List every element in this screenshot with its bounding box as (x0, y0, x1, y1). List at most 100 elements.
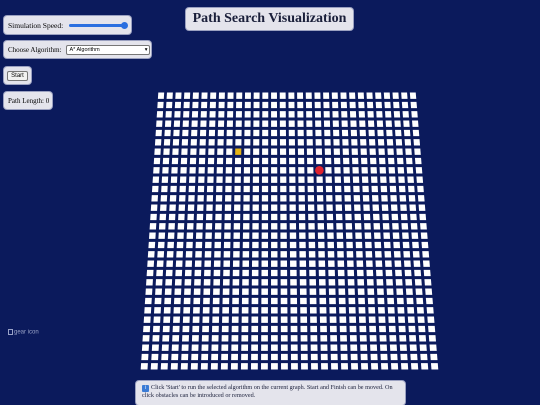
grid-cell[interactable] (330, 335, 338, 342)
grid-cell[interactable] (300, 344, 308, 351)
grid-cell[interactable] (389, 335, 397, 342)
grid-cell[interactable] (252, 213, 259, 221)
grid-cell[interactable] (372, 213, 380, 221)
grid-cell[interactable] (368, 129, 375, 137)
grid-cell[interactable] (325, 167, 332, 174)
grid-cell[interactable] (417, 195, 425, 202)
grid-cell[interactable] (380, 353, 388, 361)
grid-cell[interactable] (261, 251, 269, 258)
grid-cell[interactable] (214, 232, 222, 239)
grid-cell[interactable] (289, 232, 297, 239)
grid-cell[interactable] (403, 251, 411, 258)
grid-cell[interactable] (271, 92, 277, 99)
grid-cell[interactable] (155, 288, 163, 295)
grid-cell[interactable] (190, 363, 198, 370)
grid-cell[interactable] (361, 176, 369, 183)
grid-cell[interactable] (290, 260, 297, 267)
grid-cell[interactable] (172, 148, 179, 155)
grid-cell[interactable] (385, 120, 392, 127)
grid-cell[interactable] (180, 157, 188, 165)
grid-cell[interactable] (234, 204, 241, 211)
grid-cell[interactable] (261, 363, 268, 370)
grid-cell[interactable] (366, 101, 374, 109)
grid-cell[interactable] (243, 176, 250, 183)
grid-cell[interactable] (298, 167, 305, 174)
grid-cell[interactable] (409, 92, 417, 99)
grid-cell[interactable] (205, 232, 212, 239)
grid-cell[interactable] (402, 232, 409, 239)
grid-cell[interactable] (215, 204, 222, 211)
grid-cell[interactable] (289, 176, 296, 183)
grid-cell[interactable] (316, 176, 323, 183)
grid-cell[interactable] (261, 195, 269, 202)
grid-cell[interactable] (340, 353, 348, 361)
grid-cell[interactable] (344, 195, 351, 202)
grid-cell[interactable] (147, 260, 155, 267)
grid-cell[interactable] (202, 307, 210, 314)
grid-cell[interactable] (343, 167, 350, 174)
grid-cell[interactable] (299, 251, 306, 258)
grid-cell[interactable] (198, 157, 206, 165)
grid-cell[interactable] (153, 167, 160, 174)
grid-cell[interactable] (271, 223, 278, 230)
grid-cell[interactable] (412, 120, 419, 127)
grid-cell[interactable] (340, 335, 347, 342)
grid-cell[interactable] (143, 316, 151, 323)
grid-cell[interactable] (395, 139, 403, 146)
grid-cell[interactable] (290, 288, 297, 295)
grid-cell[interactable] (414, 279, 422, 286)
grid-cell[interactable] (334, 176, 342, 183)
grid-cell[interactable] (340, 101, 348, 109)
grid-cell[interactable] (308, 241, 316, 249)
grid-cell[interactable] (279, 120, 286, 127)
grid-cell[interactable] (321, 363, 328, 370)
grid-cell[interactable] (337, 260, 345, 267)
grid-cell[interactable] (252, 232, 259, 239)
grid-cell[interactable] (192, 101, 199, 109)
grid-cell[interactable] (370, 344, 378, 351)
grid-cell[interactable] (271, 363, 278, 370)
grid-cell[interactable] (151, 185, 159, 193)
grid-cell[interactable] (271, 251, 278, 258)
grid-cell[interactable] (309, 297, 317, 305)
grid-cell[interactable] (271, 148, 278, 155)
grid-cell[interactable] (359, 335, 367, 342)
grid-cell[interactable] (233, 213, 241, 221)
grid-cell[interactable] (242, 279, 249, 286)
grid-cell[interactable] (299, 241, 306, 249)
grid-cell[interactable] (390, 204, 398, 211)
grid-cell[interactable] (405, 157, 413, 165)
grid-cell[interactable] (271, 335, 278, 342)
grid-cell[interactable] (360, 139, 367, 146)
grid-cell[interactable] (262, 148, 269, 155)
grid-cell[interactable] (261, 325, 268, 333)
grid-cell[interactable] (261, 335, 268, 342)
grid-cell[interactable] (323, 101, 330, 109)
grid-cell[interactable] (200, 111, 207, 118)
grid-cell[interactable] (214, 251, 221, 258)
grid-cell[interactable] (234, 167, 242, 174)
grid-cell[interactable] (337, 269, 345, 277)
grid-cell[interactable] (227, 92, 234, 99)
grid-cell[interactable] (384, 101, 391, 109)
grid-cell[interactable] (369, 325, 377, 333)
grid-cell[interactable] (331, 363, 339, 370)
grid-cell[interactable] (288, 139, 295, 146)
grid-cell[interactable] (271, 353, 278, 361)
grid-cell[interactable] (391, 213, 399, 221)
grid-cell[interactable] (231, 344, 239, 351)
grid-cell[interactable] (199, 139, 206, 146)
grid-cell[interactable] (156, 269, 164, 277)
grid-cell[interactable] (183, 297, 191, 305)
grid-cell[interactable] (170, 176, 178, 183)
grid-cell[interactable] (150, 363, 158, 370)
grid-cell[interactable] (204, 251, 212, 258)
grid-cell[interactable] (307, 167, 314, 174)
grid-cell[interactable] (242, 260, 250, 267)
grid-cell[interactable] (144, 307, 152, 314)
finish-marker[interactable] (315, 166, 324, 175)
grid-cell[interactable] (297, 111, 304, 118)
grid-cell[interactable] (337, 251, 344, 258)
grid-cell[interactable] (179, 176, 187, 183)
grid-cell[interactable] (358, 307, 366, 314)
